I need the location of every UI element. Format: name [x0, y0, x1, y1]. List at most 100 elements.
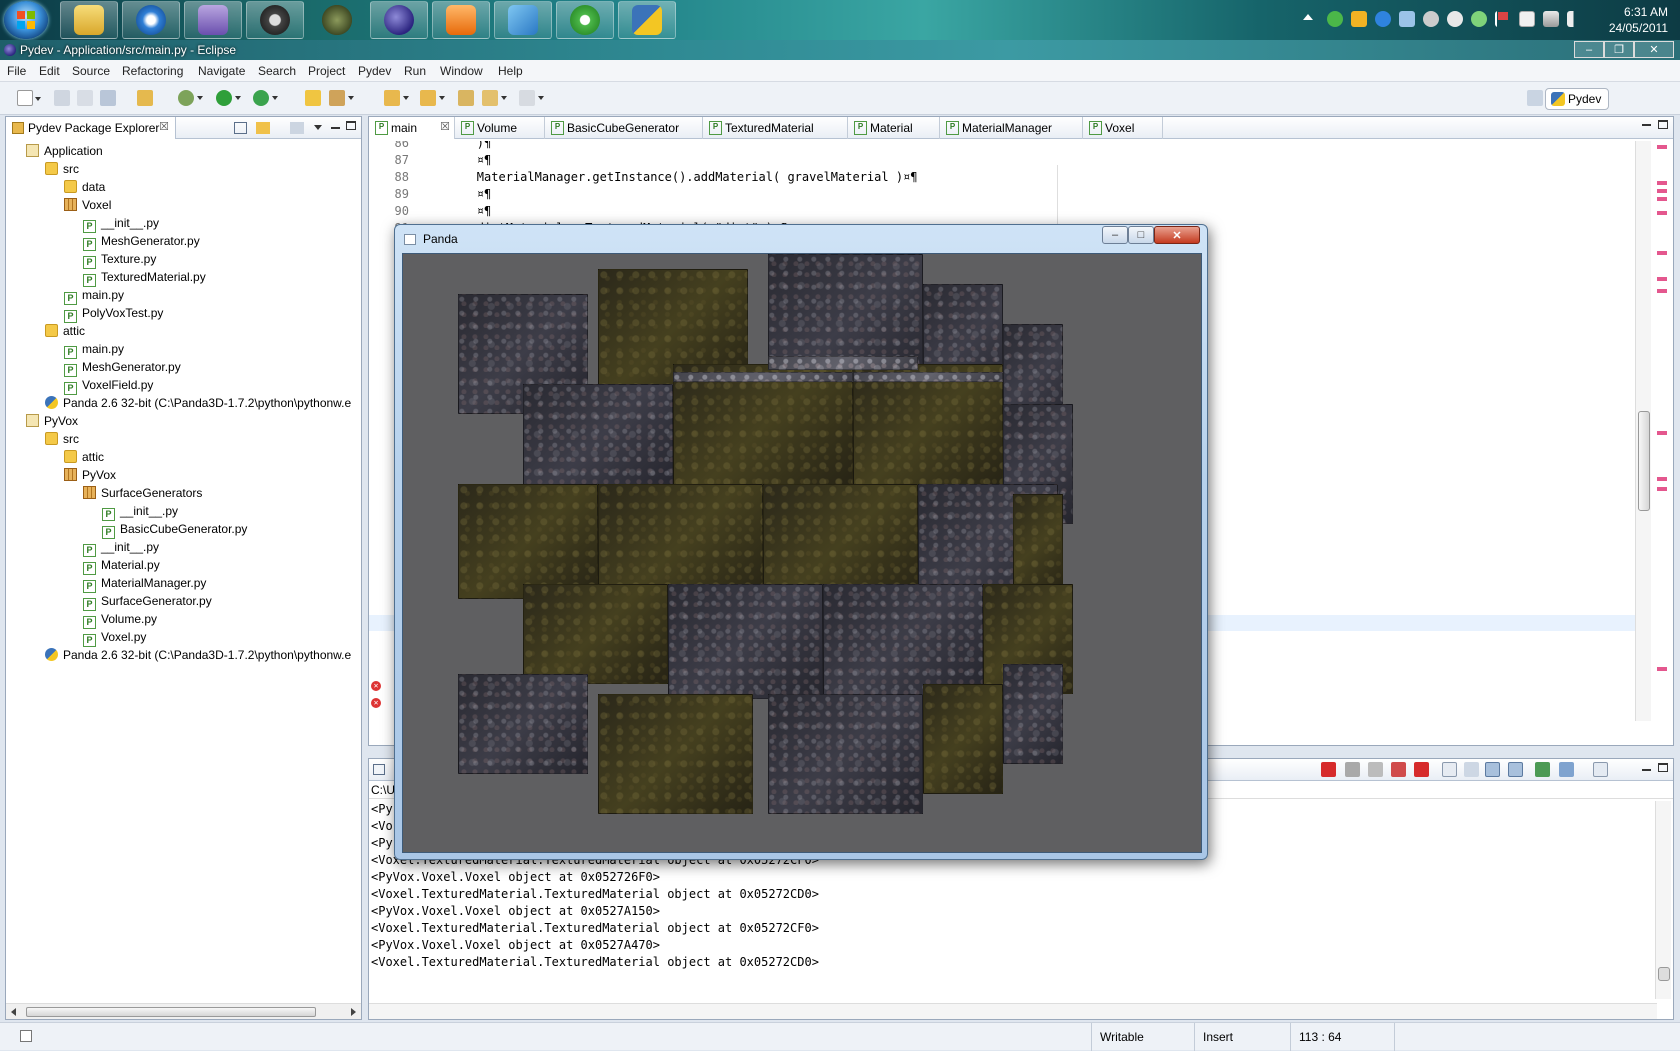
save-all-icon[interactable]	[77, 90, 93, 106]
tree-item[interactable]: P Material.py	[83, 557, 160, 575]
back-icon[interactable]	[482, 90, 507, 106]
tree-item[interactable]: P __init__.py	[102, 503, 178, 521]
horizontal-scrollbar[interactable]	[369, 1003, 1657, 1019]
taskbar-utorrent-button[interactable]	[556, 1, 614, 39]
taskbar-turtle-button[interactable]	[308, 1, 366, 39]
tree-item[interactable]: Application	[26, 143, 103, 160]
tree-item[interactable]: P Texture.py	[83, 251, 156, 269]
view-menu-icon[interactable]	[290, 122, 304, 134]
network-tray-icon[interactable]	[1543, 11, 1559, 27]
search-wand-icon[interactable]	[329, 90, 354, 106]
taskbar-python-button[interactable]	[618, 1, 676, 39]
status-tray-icon[interactable]	[1471, 11, 1487, 27]
forward-icon[interactable]	[519, 90, 544, 106]
tree-item[interactable]: data	[64, 179, 105, 196]
tab-voxel[interactable]: Voxel	[1083, 117, 1163, 139]
taskbar-eclipse-button[interactable]	[370, 1, 428, 39]
menu-window[interactable]: Window	[440, 64, 483, 78]
tree-item[interactable]: attic	[45, 323, 85, 340]
minimize-view-icon[interactable]	[1642, 769, 1651, 771]
tree-item[interactable]: P Voxel.py	[83, 629, 146, 647]
tree-item[interactable]: Panda 2.6 32-bit (C:\Panda3D-1.7.2\pytho…	[45, 647, 351, 664]
annotation-marker[interactable]	[1657, 477, 1667, 481]
action-center-flag-icon[interactable]	[1495, 11, 1511, 27]
maximize-view-icon[interactable]	[346, 121, 356, 130]
start-button[interactable]	[4, 1, 48, 39]
tree-item[interactable]: P SurfaceGenerator.py	[83, 593, 212, 611]
menu-search[interactable]: Search	[258, 64, 296, 78]
pin-console-icon[interactable]	[1535, 762, 1550, 777]
package-tray-icon[interactable]	[1351, 11, 1367, 27]
show-on-output-icon[interactable]	[1485, 762, 1500, 777]
link-editor-icon[interactable]	[256, 122, 270, 134]
vertical-scrollbar[interactable]	[1655, 801, 1671, 999]
tree-item[interactable]: Pmain.py	[64, 287, 124, 305]
scroll-lock-icon[interactable]	[1464, 762, 1479, 777]
last-edit-icon[interactable]	[458, 90, 474, 106]
next-annotation-icon[interactable]	[384, 90, 409, 106]
minimize-view-icon[interactable]	[331, 127, 340, 129]
annotation-marker[interactable]	[1657, 197, 1667, 201]
tab-main[interactable]: main ☒	[369, 117, 455, 139]
gear-tray-icon[interactable]	[1447, 11, 1463, 27]
open-folder-icon[interactable]	[305, 90, 321, 106]
menu-source[interactable]: Source	[72, 64, 110, 78]
annotation-marker[interactable]	[1657, 289, 1667, 293]
menu-navigate[interactable]: Navigate	[198, 64, 245, 78]
code-line[interactable]: ¤¶	[419, 187, 491, 201]
scrollbar-thumb[interactable]	[1638, 411, 1650, 511]
tree-item[interactable]: P MeshGenerator.py	[64, 359, 181, 377]
menu-pydev[interactable]: Pydev	[358, 64, 391, 78]
tree-item[interactable]: Pmain.py	[64, 341, 124, 359]
utorrent-tray-icon[interactable]	[1327, 11, 1343, 27]
code-line[interactable]: MaterialManager.getInstance().addMateria…	[419, 170, 918, 184]
tree-item[interactable]: Voxel	[64, 197, 111, 214]
tree-item[interactable]: Panda 2.6 32-bit (C:\Panda3D-1.7.2\pytho…	[45, 395, 351, 412]
perspective-pydev-button[interactable]: Pydev	[1545, 88, 1609, 110]
menu-help[interactable]: Help	[498, 64, 523, 78]
tab-texturedmaterial[interactable]: TexturedMaterial	[703, 117, 848, 139]
tab-package-explorer[interactable]: Pydev Package Explorer ☒	[6, 117, 176, 139]
open-console-icon[interactable]	[1593, 762, 1608, 777]
tray-expand-icon[interactable]	[1303, 14, 1313, 20]
chevron-down-icon[interactable]	[314, 125, 322, 130]
taskbar-explorer-button[interactable]	[60, 1, 118, 39]
panda-maximize-button[interactable]: □	[1128, 226, 1154, 244]
panda-minimize-button[interactable]: –	[1102, 226, 1128, 244]
annotation-marker[interactable]	[1657, 667, 1667, 671]
annotation-marker[interactable]	[1657, 211, 1667, 215]
scrollbar-thumb[interactable]	[26, 1007, 316, 1017]
prev-annotation-icon[interactable]	[420, 90, 445, 106]
menu-file[interactable]: File	[7, 64, 26, 78]
tree-item[interactable]: P VoxelField.py	[64, 377, 153, 395]
taskbar-network-button[interactable]	[494, 1, 552, 39]
maximize-view-icon[interactable]	[1658, 120, 1668, 129]
tree-item[interactable]: P MaterialManager.py	[83, 575, 206, 593]
menu-run[interactable]: Run	[404, 64, 426, 78]
tree-item[interactable]: SurfaceGenerators	[83, 485, 202, 502]
taskbar-ie-button[interactable]	[122, 1, 180, 39]
tree-item[interactable]: P Volume.py	[83, 611, 157, 629]
tree-item[interactable]: P TexturedMaterial.py	[83, 269, 206, 287]
tree-item[interactable]: attic	[64, 449, 104, 466]
code-line[interactable]: ¤¶	[419, 204, 491, 218]
tab-basiccubegenerator[interactable]: BasicCubeGenerator	[545, 117, 703, 139]
menu-project[interactable]: Project	[308, 64, 345, 78]
maximize-view-icon[interactable]	[1658, 763, 1668, 772]
code-line[interactable]: ¤¶	[419, 153, 491, 167]
volume-tray-icon[interactable]	[1567, 11, 1583, 27]
error-marker-icon[interactable]: ✕	[371, 698, 381, 708]
close-button[interactable]: ✕	[1634, 41, 1674, 58]
scroll-right-icon[interactable]	[351, 1008, 356, 1016]
close-icon[interactable]: ☒	[440, 120, 450, 133]
vertical-scrollbar[interactable]	[1635, 141, 1651, 721]
code-line[interactable]: )¶	[419, 141, 491, 150]
tree-item[interactable]: src	[45, 431, 79, 448]
panda-window[interactable]: Panda – □ ✕	[394, 224, 1208, 860]
horizontal-scrollbar[interactable]	[6, 1003, 361, 1019]
menu-refactoring[interactable]: Refactoring	[122, 64, 183, 78]
maximize-button[interactable]: ❐	[1604, 41, 1634, 58]
tree-item[interactable]: PyVox	[26, 413, 78, 430]
collapse-all-icon[interactable]	[234, 122, 247, 134]
fast-view-icon[interactable]	[20, 1030, 32, 1042]
